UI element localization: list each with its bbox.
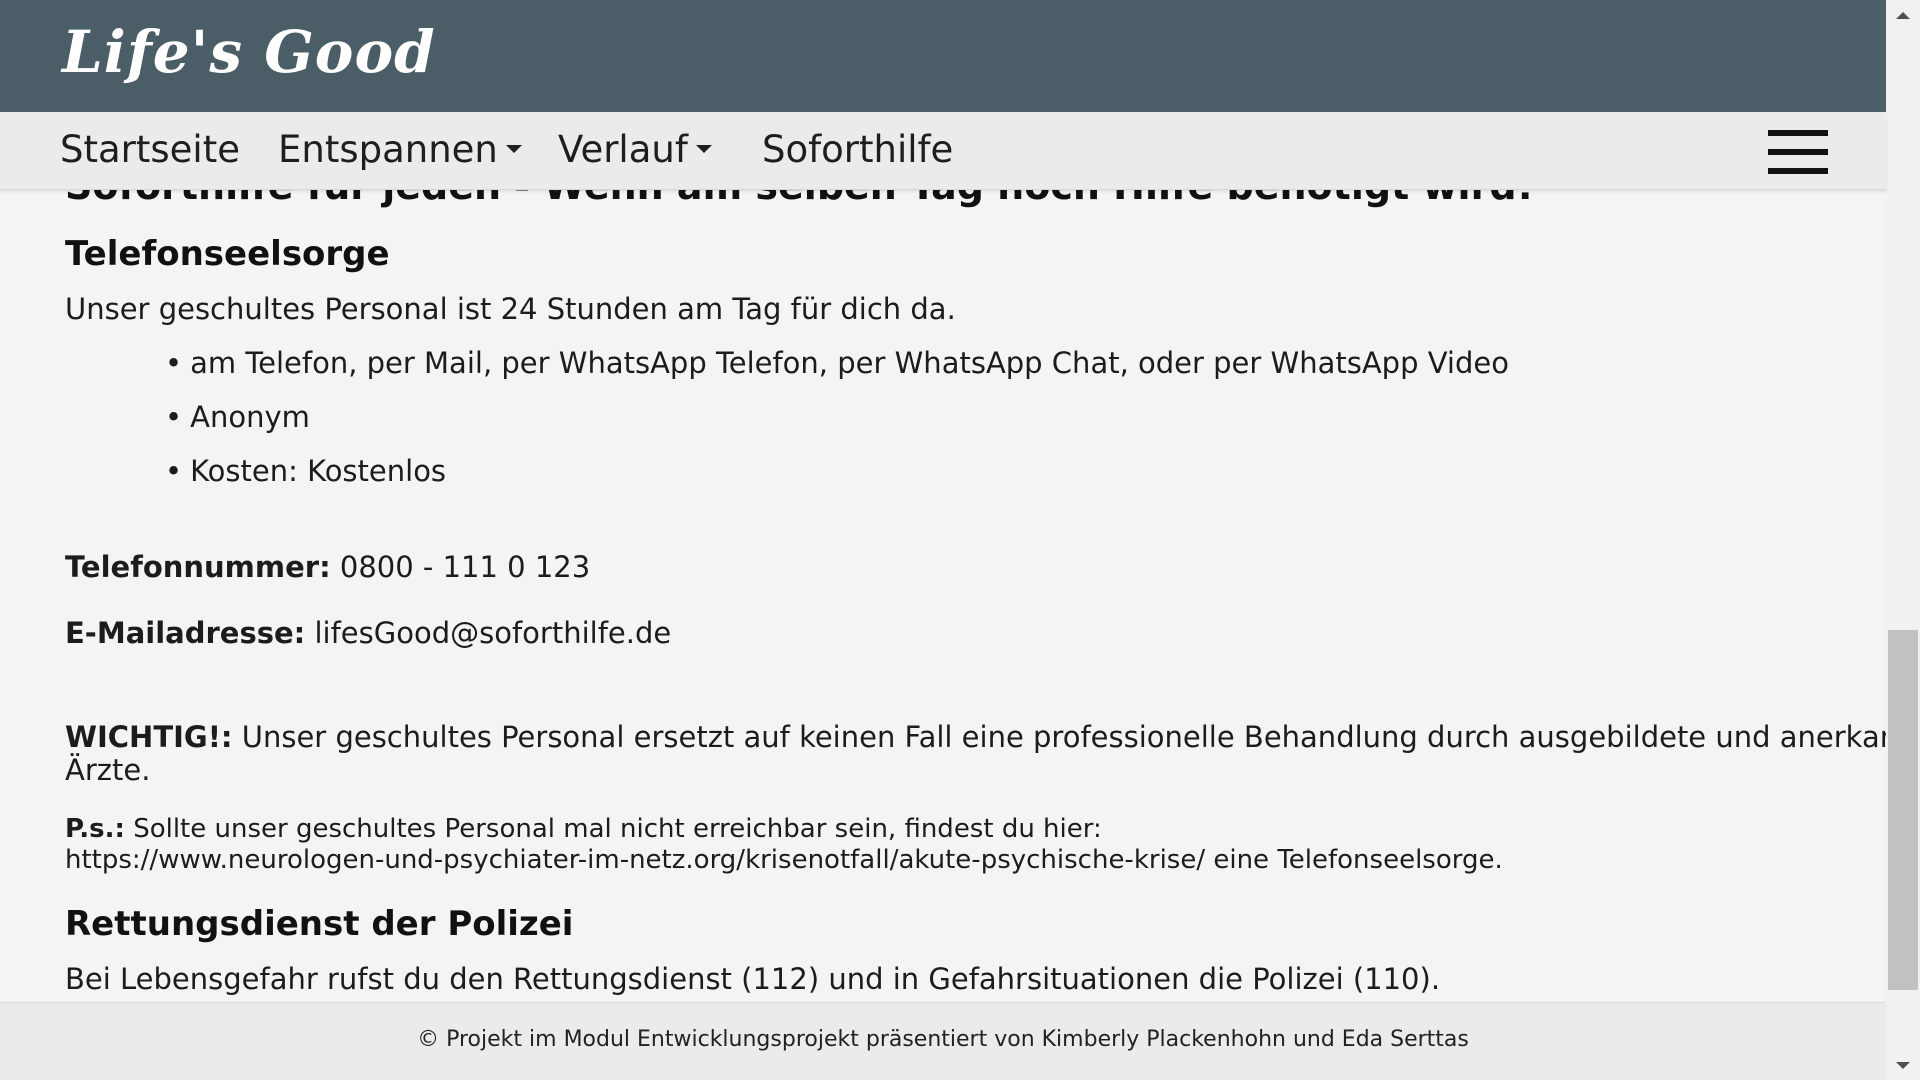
- hamburger-menu-icon[interactable]: [1768, 130, 1828, 174]
- phone-line: Telefonnummer: 0800 - 111 0 123: [65, 550, 590, 584]
- phone-value[interactable]: 0800 - 111 0 123: [340, 550, 590, 584]
- email-value[interactable]: lifesGood@soforthilfe.de: [314, 616, 671, 650]
- ps-label: P.s.:: [65, 814, 125, 844]
- important-text: Unser geschultes Personal ersetzt auf ke…: [241, 720, 1920, 754]
- section-title-telefonseelsorge: Telefonseelsorge: [65, 234, 390, 274]
- phone-label: Telefonnummer:: [65, 550, 331, 584]
- footer-text: © Projekt im Modul Entwicklungsprojekt p…: [417, 1027, 1469, 1052]
- important-note-line2: Ärzte.: [65, 753, 151, 787]
- list-item-text: Kosten: Kostenlos: [190, 454, 447, 488]
- site-footer: © Projekt im Modul Entwicklungsprojekt p…: [0, 1002, 1886, 1080]
- ps-line1: P.s.: Sollte unser geschultes Personal m…: [65, 814, 1102, 844]
- rettungsdienst-text: Bei Lebensgefahr rufst du den Rettungsdi…: [65, 962, 1441, 996]
- intro-text: Unser geschultes Personal ist 24 Stunden…: [65, 292, 956, 326]
- list-item: • Kosten: Kostenlos: [165, 454, 447, 488]
- scrollbar-thumb[interactable]: [1888, 630, 1918, 990]
- nav-item-label: Entspannen: [278, 128, 498, 171]
- section-title-rettungsdienst: Rettungsdienst der Polizei: [65, 904, 574, 944]
- vertical-scrollbar[interactable]: [1886, 0, 1920, 1080]
- important-label: WICHTIG!:: [65, 720, 233, 754]
- caret-down-icon: [695, 144, 712, 153]
- ps-text: Sollte unser geschultes Personal mal nic…: [133, 814, 1102, 844]
- nav-item-entspannen[interactable]: Entspannen: [278, 128, 522, 171]
- nav-item-label: Startseite: [60, 128, 240, 171]
- email-label: E-Mailadresse:: [65, 616, 306, 650]
- site-logo[interactable]: Life's Good: [62, 18, 436, 86]
- list-item: • Anonym: [165, 400, 310, 434]
- list-item-text: am Telefon, per Mail, per WhatsApp Telef…: [190, 346, 1509, 380]
- list-item: • am Telefon, per Mail, per WhatsApp Tele…: [165, 346, 1509, 380]
- important-note-line1: WICHTIG!: Unser geschultes Personal erse…: [65, 720, 1920, 754]
- scroll-up-arrow-icon[interactable]: [1896, 12, 1910, 19]
- main-navbar: Startseite Entspannen Verlauf Soforthilf…: [0, 112, 1886, 190]
- ps-line2[interactable]: https://www.neurologen-und-psychiater-im…: [65, 845, 1503, 875]
- list-item-text: Anonym: [190, 400, 310, 434]
- nav-item-verlauf[interactable]: Verlauf: [558, 128, 712, 171]
- nav-item-label: Verlauf: [558, 128, 688, 171]
- nav-item-soforthilfe[interactable]: Soforthilfe: [762, 128, 953, 171]
- nav-item-startseite[interactable]: Startseite: [60, 128, 240, 171]
- site-header: Life's Good: [0, 0, 1886, 112]
- nav-item-label: Soforthilfe: [762, 128, 954, 171]
- scroll-down-arrow-icon[interactable]: [1896, 1062, 1910, 1069]
- caret-down-icon: [505, 144, 522, 153]
- email-line: E-Mailadresse: lifesGood@soforthilfe.de: [65, 616, 671, 650]
